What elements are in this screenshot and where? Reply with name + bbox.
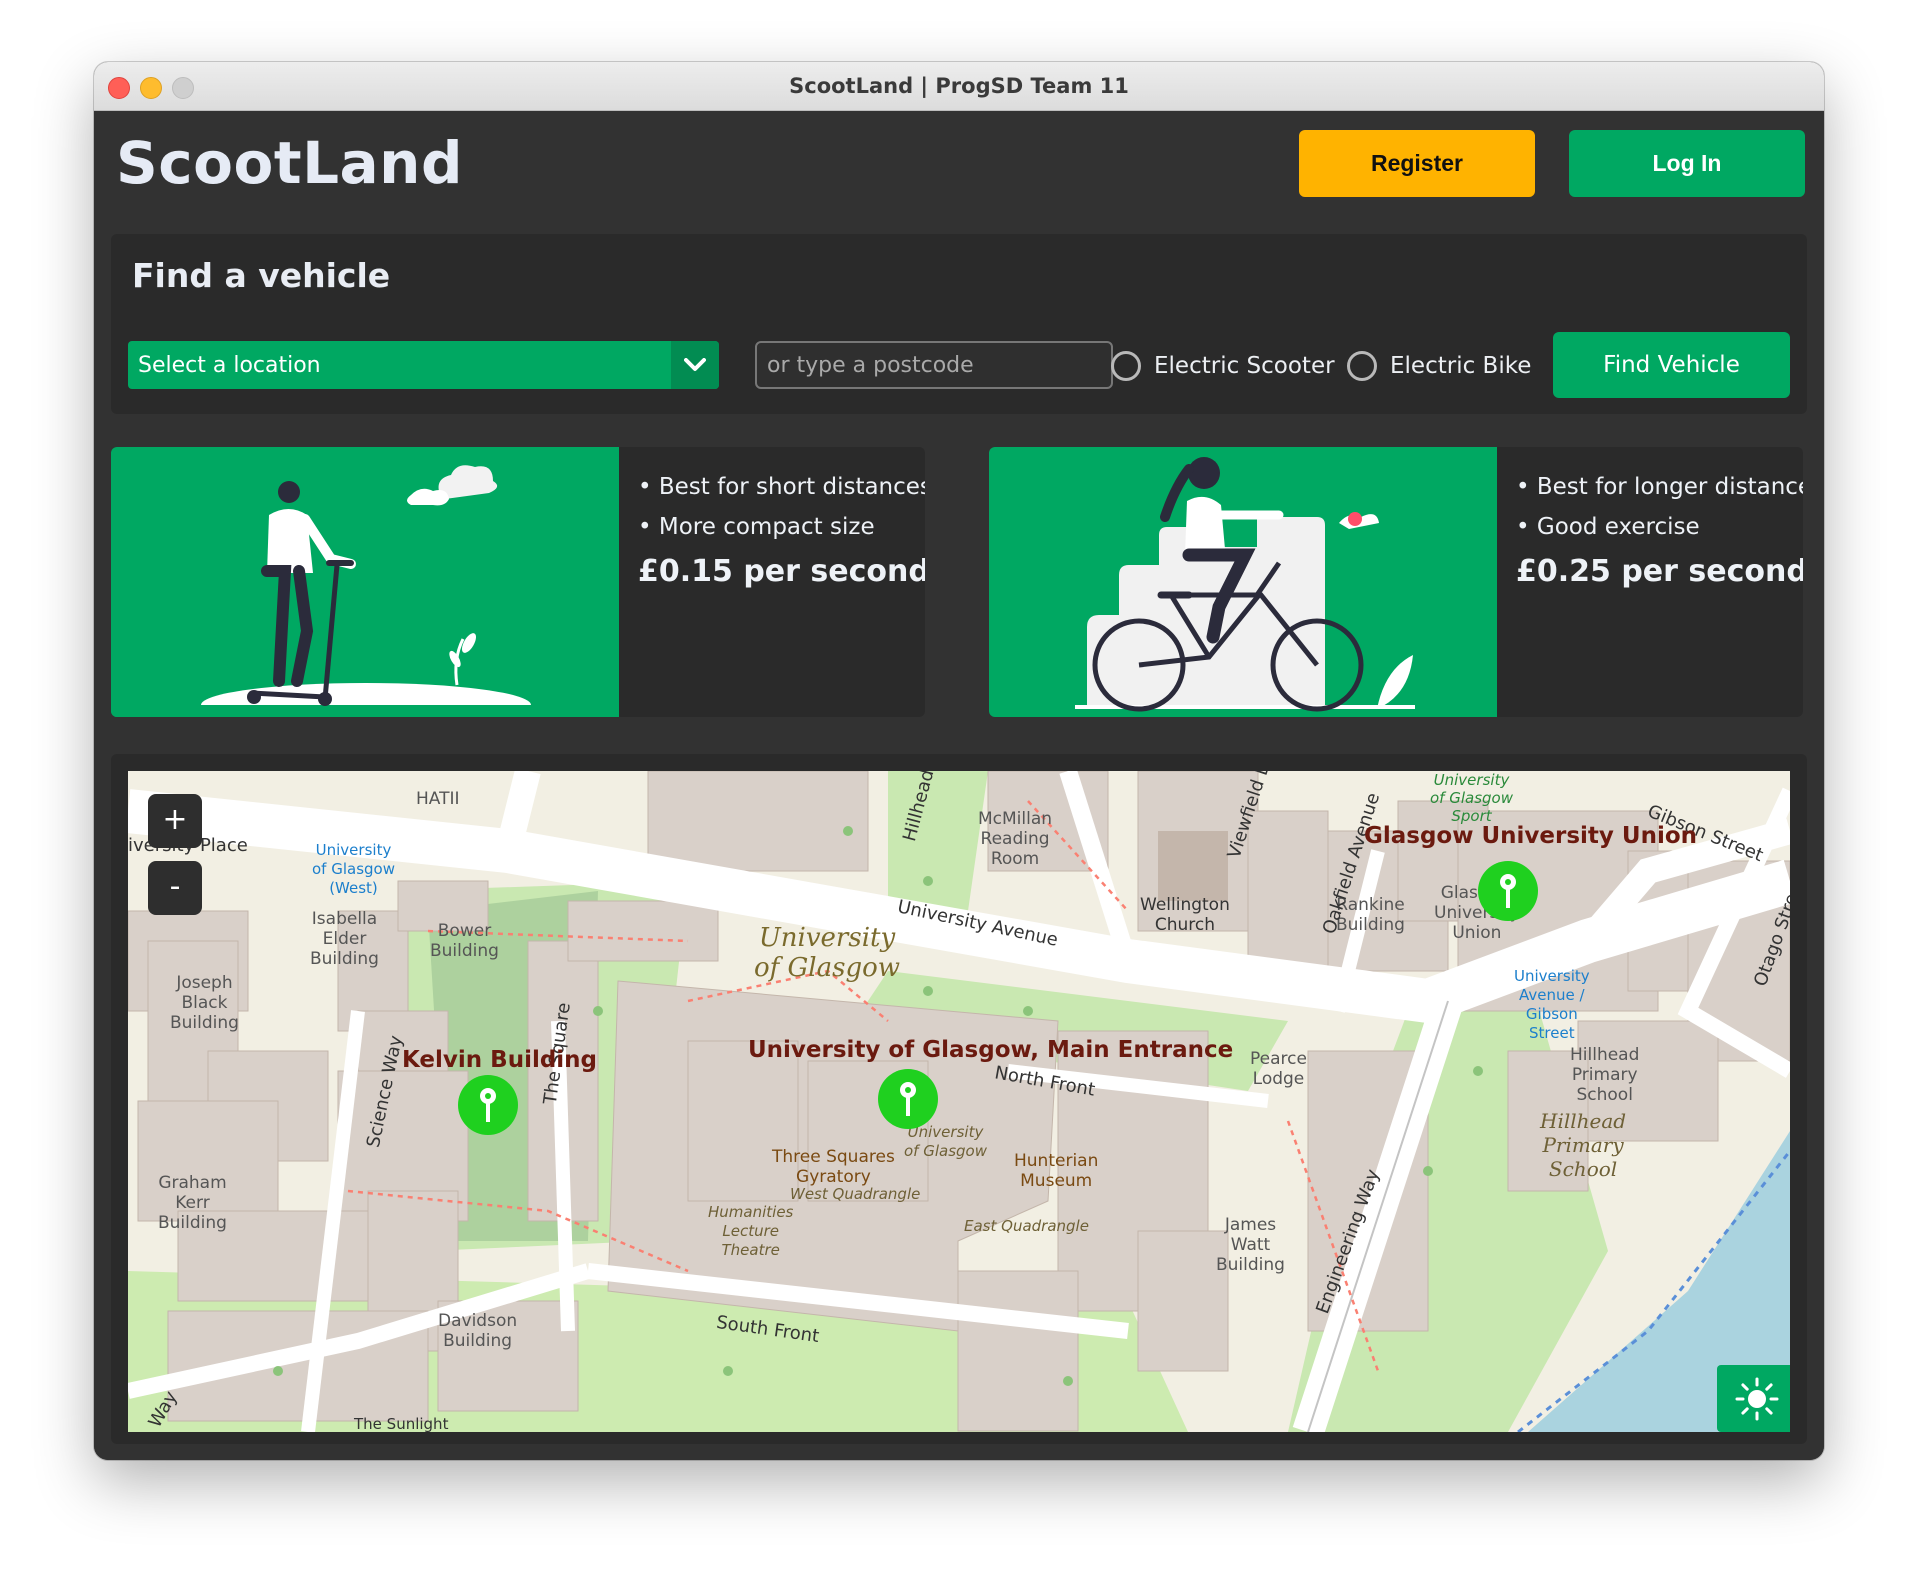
map-label-uog-sport: University of Glasgow Sport [1430, 771, 1513, 825]
scooter-feature: • Best for short distances [638, 474, 925, 500]
find-vehicle-panel: Find a vehicle Select a location Electri… [111, 234, 1807, 414]
find-vehicle-button[interactable]: Find Vehicle [1553, 332, 1790, 398]
radio-electric-bike[interactable]: Electric Bike [1347, 348, 1531, 384]
location-pin-main-entrance[interactable] [878, 1069, 938, 1129]
map-location-main-entrance: University of Glasgow, Main Entrance [748, 1037, 1234, 1063]
location-pin-gu-union[interactable] [1478, 861, 1538, 921]
app-window: ScootLand | ProgSD Team 11 ScootLand Reg… [94, 62, 1824, 1460]
radio-electric-scooter[interactable]: Electric Scooter [1111, 348, 1335, 384]
map-label-bus-stop: University Avenue / Gibson Street [1514, 967, 1590, 1042]
map-pin-icon [900, 1082, 916, 1116]
map-label-hillhead-school: Hillhead Primary School [1570, 1045, 1640, 1105]
map-label-pearce: Pearce Lodge [1250, 1049, 1307, 1089]
location-pin-kelvin-building[interactable] [458, 1075, 518, 1135]
scooter-info: • Best for short distances • More compac… [638, 474, 925, 589]
map-pin-icon [480, 1088, 496, 1122]
scooter-card: • Best for short distances • More compac… [111, 447, 925, 717]
road-label-the-sunlight: The Sunlight [354, 1415, 449, 1432]
location-select[interactable]: Select a location [128, 341, 719, 389]
map-label-humanities: Humanities Lecture Theatre [708, 1203, 794, 1259]
title-bar: ScootLand | ProgSD Team 11 [94, 62, 1824, 111]
bike-card: • Best for longer distances • Good exerc… [989, 447, 1803, 717]
bike-info: • Best for longer distances • Good exerc… [1516, 474, 1803, 589]
bike-illustration [989, 447, 1497, 717]
bike-price: £0.25 per second [1516, 554, 1803, 589]
map-pin-icon [1500, 874, 1516, 908]
login-button[interactable]: Log In [1569, 130, 1805, 197]
theme-toggle-button[interactable] [1717, 1365, 1790, 1432]
location-select-value: Select a location [138, 353, 321, 378]
brand-title: ScootLand [116, 129, 463, 197]
radio-label: Electric Scooter [1154, 353, 1335, 379]
map-label-isabella: Isabella Elder Building [310, 909, 379, 969]
map-label-bower: Bower Building [430, 921, 499, 961]
zoom-in-button[interactable]: + [148, 794, 202, 848]
vehicle-map[interactable]: HATII McMillan Reading Room Wellington C… [128, 771, 1790, 1432]
map-label-hillhead-ital: Hillhead Primary School [1540, 1109, 1627, 1181]
scooter-feature: • More compact size [638, 514, 875, 540]
scooter-illustration [111, 447, 619, 717]
map-label-uog-small: University of Glasgow [904, 1123, 987, 1160]
map-label-hatii: HATII [416, 789, 460, 809]
map-label-uog-west: University of Glasgow (West) [312, 841, 395, 897]
scooter-price: £0.15 per second [638, 554, 925, 589]
radio-circle[interactable] [1347, 351, 1377, 381]
sun-icon [1735, 1377, 1779, 1420]
map-label-wellington: Wellington Church [1140, 895, 1230, 935]
map-panel: HATII McMillan Reading Room Wellington C… [111, 754, 1807, 1444]
register-button[interactable]: Register [1299, 130, 1535, 197]
map-label-east-quad: East Quadrangle [964, 1217, 1089, 1235]
map-label-mcmillan: McMillan Reading Room [978, 809, 1053, 869]
map-label-graham: Graham Kerr Building [158, 1173, 227, 1233]
postcode-input[interactable] [755, 341, 1113, 389]
map-label-west-quad: West Quadrangle [790, 1185, 921, 1203]
zoom-out-button[interactable]: - [148, 861, 202, 915]
map-location-gu-union: Glasgow University Union [1364, 823, 1698, 849]
map-label-hunterian: Hunterian Museum [1014, 1151, 1099, 1191]
window-title: ScootLand | ProgSD Team 11 [789, 74, 1129, 98]
map-label-three-squares: Three Squares Gyratory [772, 1147, 895, 1187]
radio-circle[interactable] [1111, 351, 1141, 381]
bike-feature: • Good exercise [1516, 514, 1700, 540]
app-content: ScootLand Register Log In Find a vehicle… [94, 111, 1824, 1460]
bike-feature: • Best for longer distances [1516, 474, 1803, 500]
map-label-james-watt: James Watt Building [1216, 1215, 1285, 1275]
find-vehicle-title: Find a vehicle [132, 256, 391, 295]
map-label-uog-big: University of Glasgow [754, 923, 901, 983]
map-label-joseph: Joseph Black Building [170, 973, 239, 1033]
map-location-kelvin-building: Kelvin Building [402, 1047, 598, 1073]
radio-label: Electric Bike [1390, 353, 1532, 379]
chevron-down-icon[interactable] [671, 341, 719, 389]
map-label-davidson: Davidson Building [438, 1311, 518, 1351]
